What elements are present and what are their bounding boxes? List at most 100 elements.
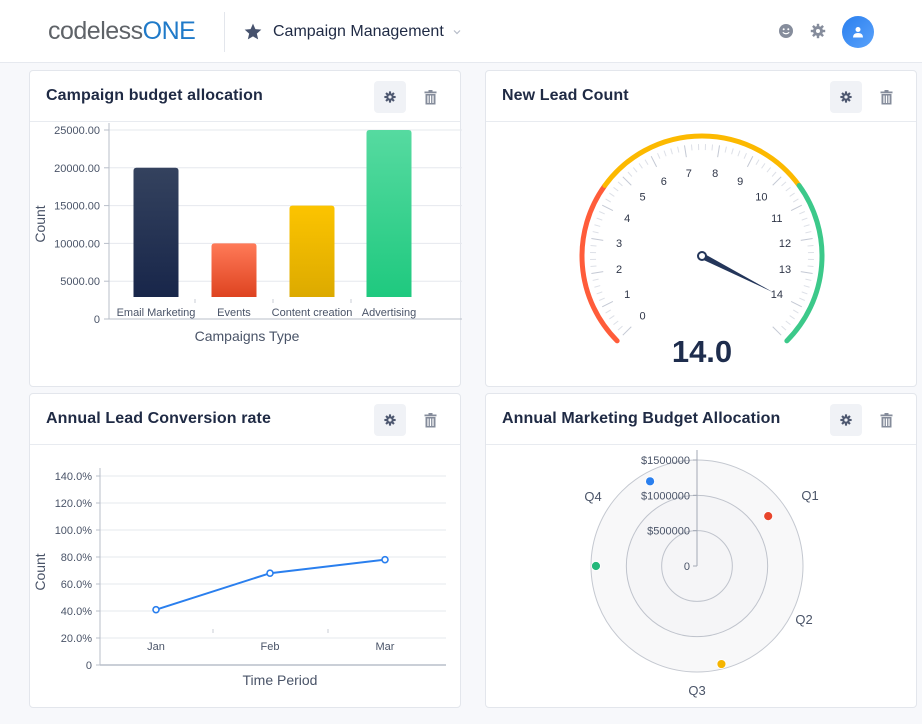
gauge-tick [755, 159, 760, 166]
bar[interactable] [289, 205, 335, 297]
settings-button[interactable] [830, 404, 862, 436]
y-tick-label: 0 [86, 660, 92, 672]
gauge-tick [605, 309, 612, 314]
gauge-tick [594, 285, 601, 288]
gear-icon [384, 414, 396, 426]
gauge-tick [772, 176, 782, 186]
settings-button[interactable] [830, 81, 862, 113]
gauge-tick [800, 271, 813, 275]
card-header: Annual Lead Conversion rate [30, 394, 460, 445]
gauge-tick-label: 4 [624, 213, 630, 225]
y-tick-label: 20.0% [61, 633, 92, 645]
y-axis-title: Count [32, 205, 48, 242]
gauge-tick [807, 265, 814, 268]
gauge-tick [622, 176, 632, 186]
gauge-tick-label: 3 [616, 238, 622, 250]
new-lead-count-card: New Lead Count 0 1 2 3 4 5 6 7 8 9 10 11 12 13 14 14.0 [485, 70, 917, 387]
r-tick-label: 0 [684, 561, 690, 573]
gauge-tick [805, 231, 812, 234]
user-avatar[interactable] [842, 16, 874, 48]
gauge-tick-label: 9 [737, 176, 743, 188]
delete-button[interactable] [870, 404, 902, 436]
gauge-tick [766, 167, 772, 173]
gauge-tick [590, 265, 597, 268]
gauge-tick [683, 145, 687, 158]
polar-point[interactable] [716, 659, 727, 669]
gauge-tick [663, 150, 667, 157]
y-tick-label: 15000.00 [54, 201, 100, 213]
trash-icon [880, 89, 892, 104]
bar[interactable] [366, 130, 412, 297]
app-title: Campaign Management [273, 23, 444, 40]
chart-svg: 0 5000.00 10000.00 15000.00 20000.00 25000.00… [32, 123, 462, 344]
gauge-tick [591, 271, 604, 275]
gauge-tick [792, 309, 799, 314]
gauge-tick [717, 145, 721, 158]
y-tick-label: 5000.00 [60, 276, 100, 288]
gauge-tick [785, 186, 791, 192]
card-header: New Lead Count [486, 71, 916, 122]
gauge-tick [601, 300, 614, 308]
gauge-tick [670, 148, 673, 155]
gauge-tick [657, 153, 661, 159]
gauge-tick [781, 325, 787, 331]
gauge-tick-label: 6 [661, 176, 667, 188]
y-tick-label: 60.0% [61, 579, 92, 591]
trash-icon [424, 89, 436, 104]
logo[interactable]: codelessONE [48, 17, 196, 46]
delete-button[interactable] [414, 81, 446, 113]
card-body: 0 5000.00 10000.00 15000.00 20000.00 25000.00… [30, 123, 462, 386]
card-title: Annual Marketing Budget Allocation [502, 410, 781, 427]
y-tick-label: 20000.00 [54, 163, 100, 175]
y-tick-label: 40.0% [61, 606, 92, 618]
x-tick-label: Jan [147, 641, 165, 653]
smiley-icon[interactable] [778, 23, 794, 39]
gauge-tick-label: 8 [712, 168, 718, 180]
card-body: 0 $500000 $1000000 $1500000 Q1 Q2 Q3 Q4 [486, 446, 916, 707]
gauge-tick [627, 171, 633, 177]
gauge-tick [805, 278, 812, 281]
logo-text-accent: ONE [142, 17, 196, 45]
x-tick-label: Feb [261, 641, 280, 653]
gauge-tick [677, 146, 680, 153]
gauge-tick [771, 171, 777, 177]
gauge-tick [801, 291, 808, 295]
bar[interactable] [133, 167, 179, 297]
gauge-tick-label: 12 [779, 238, 791, 250]
gauge-tick [594, 224, 601, 227]
data-point[interactable] [381, 555, 389, 564]
card-title: New Lead Count [502, 87, 629, 104]
x-tick-label: Content creation [272, 307, 353, 319]
gear-icon[interactable] [810, 23, 826, 39]
x-tick-label: Email Marketing [117, 307, 196, 319]
chart-svg: 0 $500000 $1000000 $1500000 Q1 Q2 Q3 Q4 [584, 450, 819, 698]
gauge-tick [617, 325, 623, 331]
gauge-tick [592, 278, 599, 281]
r-tick-label: $1000000 [641, 490, 690, 502]
gauge-tick [799, 297, 805, 301]
polar-point[interactable] [591, 561, 601, 571]
angular-label: Q1 [801, 488, 818, 503]
polar-point[interactable] [763, 511, 774, 522]
delete-button[interactable] [414, 404, 446, 436]
gauge-tick [690, 144, 693, 151]
gauge-tick [785, 320, 791, 326]
app-switcher[interactable]: Campaign Management [243, 19, 462, 45]
data-point[interactable] [266, 569, 274, 577]
y-tick-label: 0 [94, 314, 100, 326]
polar-point[interactable] [645, 476, 655, 487]
data-point[interactable] [152, 605, 160, 614]
card-title: Annual Lead Conversion rate [46, 410, 271, 427]
card-body: 0 20.0% 40.0% 60.0% 80.0% 100.0% 120.0% 140.0% J… [30, 446, 460, 707]
r-tick-label: $500000 [647, 526, 690, 538]
gauge-tick [790, 300, 803, 308]
card-body: 0 1 2 3 4 5 6 7 8 9 10 11 12 13 14 14.0 [486, 123, 916, 386]
bar[interactable] [211, 243, 257, 297]
gear-icon [840, 91, 852, 103]
delete-button[interactable] [870, 81, 902, 113]
gauge-tick [807, 244, 814, 247]
header-divider [224, 12, 225, 52]
settings-button[interactable] [374, 81, 406, 113]
settings-button[interactable] [374, 404, 406, 436]
gauge-tick [761, 163, 766, 169]
